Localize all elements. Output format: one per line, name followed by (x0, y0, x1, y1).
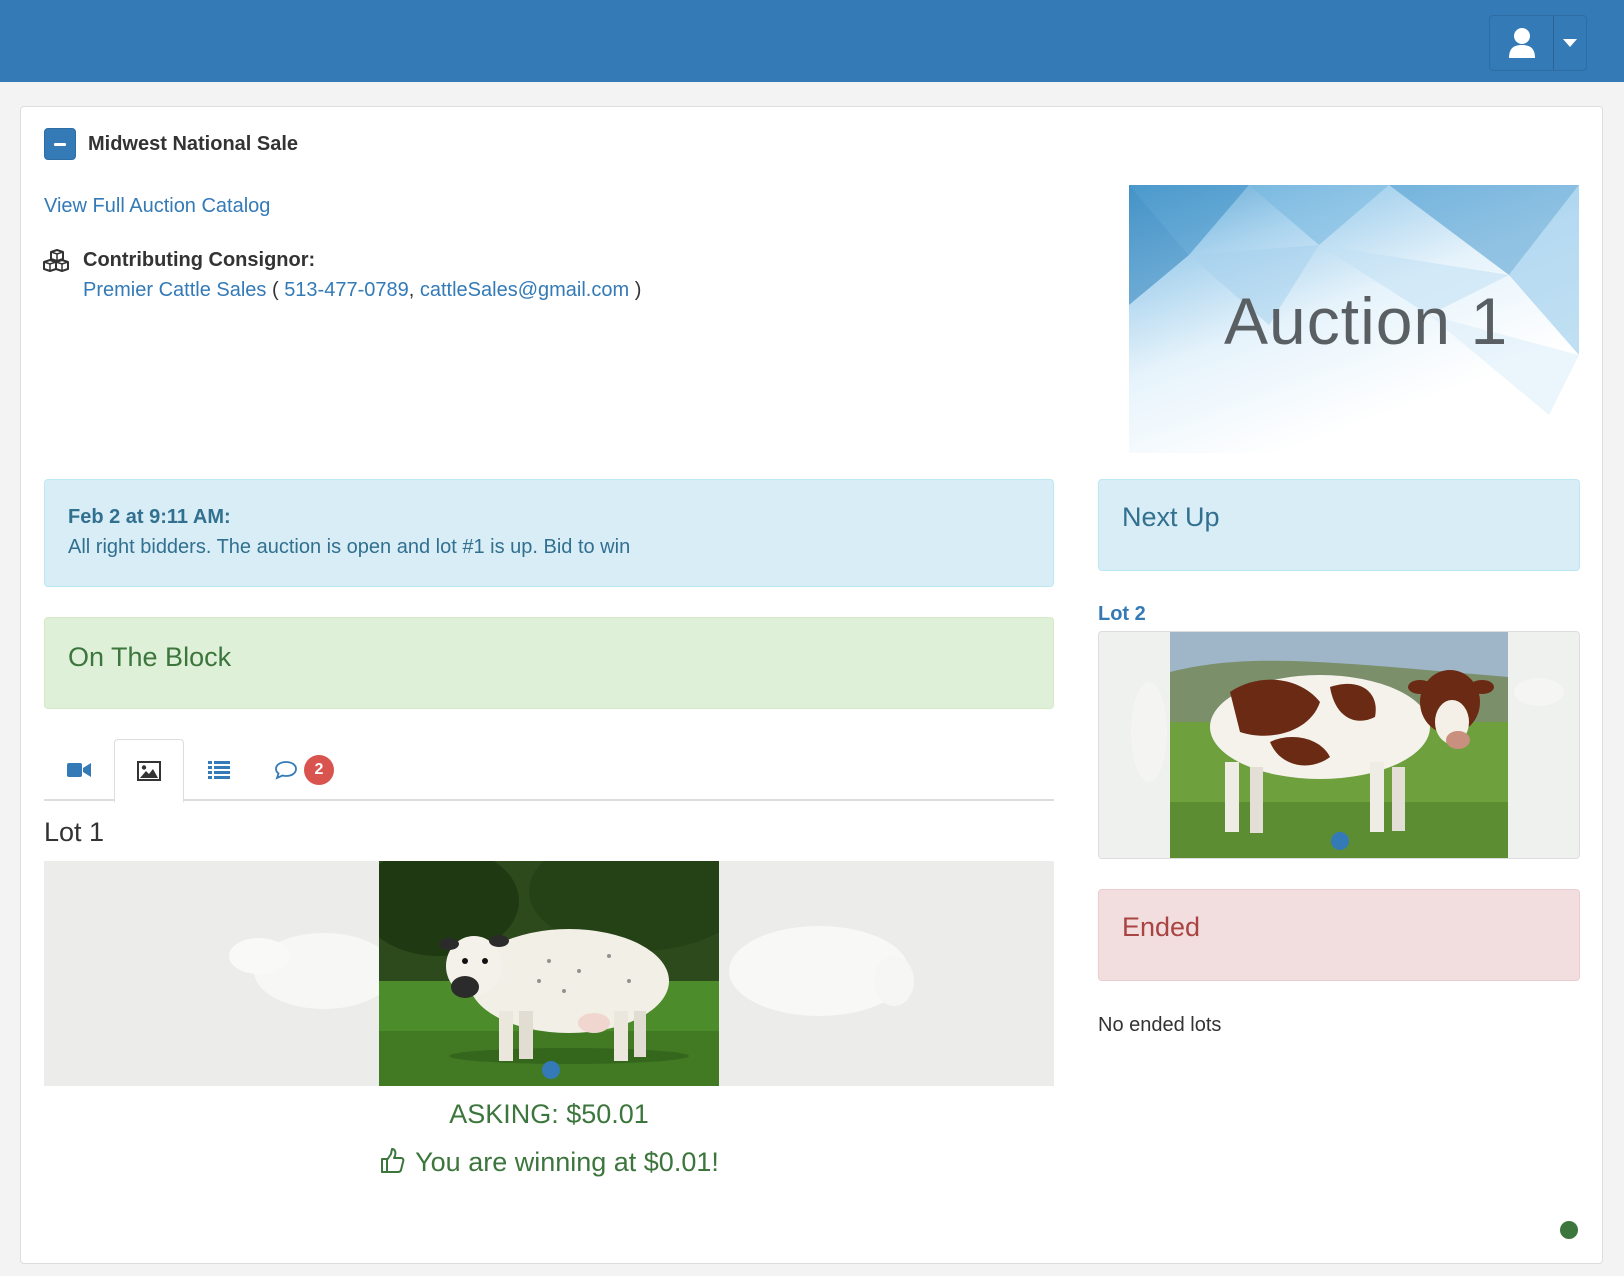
auction-banner-image: Auction 1 (1129, 185, 1579, 453)
carousel-next-image[interactable] (719, 861, 1054, 1086)
lot1-cow-photo[interactable] (379, 861, 719, 1086)
asking-price: ASKING: $50.01 (449, 1099, 649, 1129)
cubes-icon (42, 249, 70, 273)
no-ended-lots-text: No ended lots (1098, 1014, 1222, 1036)
carousel-prev-image[interactable] (44, 861, 394, 1086)
winning-status: You are winning at $0.01! (44, 1147, 1054, 1178)
consignor-details: Premier Cattle Sales ( 513-477-0789, cat… (83, 279, 641, 302)
paren-close: ) (629, 279, 642, 301)
separator: , (408, 279, 420, 301)
consignor-label: Contributing Consignor: (83, 249, 316, 271)
view-catalog-link[interactable]: View Full Auction Catalog (44, 195, 270, 218)
caret-down-icon[interactable] (1554, 16, 1586, 70)
lot-tabs: 2 (44, 739, 1054, 803)
lot2-carousel-indicator[interactable] (1331, 832, 1349, 850)
on-the-block-heading: On The Block (44, 617, 1054, 709)
carousel-indicator[interactable] (542, 1061, 560, 1079)
tab-video[interactable] (44, 739, 114, 801)
lot2-link[interactable]: Lot 2 (1098, 603, 1146, 626)
sale-panel: Midwest National Sale View Full Auction … (20, 106, 1603, 1264)
current-lot-title: Lot 1 (44, 817, 105, 847)
lot2-image-carousel[interactable] (1098, 631, 1580, 859)
connection-status-indicator (1560, 1221, 1578, 1239)
ended-title: Ended (1122, 912, 1201, 942)
comment-icon (275, 761, 297, 780)
on-the-block-title: On The Block (68, 642, 232, 672)
tab-images[interactable] (114, 739, 184, 803)
next-up-heading: Next Up (1098, 479, 1580, 571)
announcement-message: All right bidders. The auction is open a… (68, 536, 631, 558)
lot2-cow-photo[interactable] (1170, 632, 1508, 858)
video-camera-icon (67, 763, 91, 777)
user-icon[interactable] (1490, 16, 1554, 70)
paren-open: ( (266, 279, 285, 301)
top-navbar (0, 0, 1624, 82)
sale-title: Midwest National Sale (88, 133, 299, 155)
tab-details[interactable] (184, 739, 254, 801)
announcement-alert: Feb 2 at 9:11 AM: All right bidders. The… (44, 479, 1054, 587)
image-icon (137, 760, 161, 781)
consignor-email-link[interactable]: cattleSales@gmail.com (420, 279, 629, 301)
winning-text: You are winning at $0.01! (415, 1147, 719, 1177)
collapse-button[interactable] (44, 128, 76, 160)
announcement-timestamp: Feb 2 at 9:11 AM: (68, 506, 231, 528)
thumbs-up-icon (381, 1148, 405, 1173)
comment-count-badge: 2 (304, 755, 334, 785)
list-icon (208, 761, 230, 779)
user-menu-button[interactable] (1489, 15, 1587, 71)
consignor-phone-link[interactable]: 513-477-0789 (284, 279, 409, 301)
next-up-title: Next Up (1122, 502, 1220, 532)
consignor-name-link[interactable]: Premier Cattle Sales (83, 279, 266, 301)
tab-comments[interactable]: 2 (254, 739, 354, 801)
lot1-image-carousel[interactable] (44, 861, 1054, 1086)
banner-text: Auction 1 (1224, 284, 1509, 358)
ended-heading: Ended (1098, 889, 1580, 981)
